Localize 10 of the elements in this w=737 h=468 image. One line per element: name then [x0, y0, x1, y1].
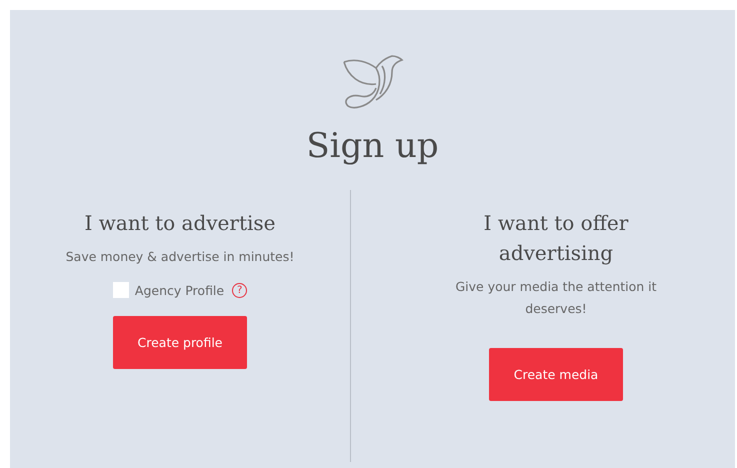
- page-title: Sign up: [306, 126, 439, 166]
- column-heading: I want to offer advertising: [482, 210, 630, 267]
- column-heading: I want to advertise: [84, 210, 276, 237]
- create-profile-button[interactable]: Create profile: [113, 316, 247, 369]
- checkbox-label: Agency Profile: [134, 282, 224, 298]
- column-description: Save money & advertise in minutes!: [64, 248, 296, 266]
- create-media-button[interactable]: Create media: [489, 348, 623, 401]
- column-description: Give your media the attention it deserves!: [454, 278, 658, 318]
- agency-checkbox[interactable]: [112, 282, 129, 298]
- help-icon[interactable]: ?: [232, 282, 248, 298]
